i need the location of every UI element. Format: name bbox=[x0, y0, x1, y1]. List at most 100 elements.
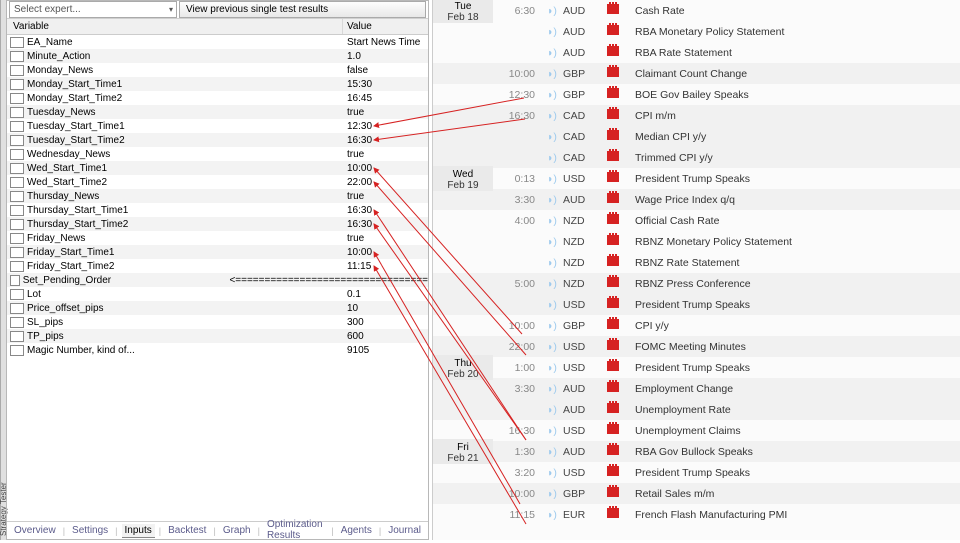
variable-row[interactable]: Friday_Newstrue bbox=[7, 231, 428, 245]
variable-row[interactable]: Set_Pending_Order<======================… bbox=[7, 273, 428, 287]
variable-row[interactable]: SL_pips300 bbox=[7, 315, 428, 329]
checkbox[interactable] bbox=[10, 219, 24, 230]
tab-agents[interactable]: Agents bbox=[338, 524, 375, 538]
var-value[interactable]: 11:15 bbox=[343, 261, 428, 272]
tab-graph[interactable]: Graph bbox=[220, 524, 254, 538]
calendar-row[interactable]: 3:20◗)USDPresident Trump Speaks bbox=[433, 462, 960, 483]
checkbox[interactable] bbox=[10, 317, 24, 328]
calendar-row[interactable]: 22:00◗)USDFOMC Meeting Minutes bbox=[433, 336, 960, 357]
var-value[interactable]: 16:30 bbox=[343, 135, 428, 146]
header-value[interactable]: Value bbox=[343, 19, 428, 34]
var-value[interactable]: true bbox=[343, 191, 428, 202]
calendar-row[interactable]: TueFeb 186:30◗)AUDCash Rate bbox=[433, 0, 960, 21]
tab-settings[interactable]: Settings bbox=[69, 524, 111, 538]
checkbox[interactable] bbox=[10, 93, 24, 104]
calendar-row[interactable]: ◗)AUDRBA Rate Statement bbox=[433, 42, 960, 63]
sound-icon[interactable]: ◗) bbox=[541, 425, 563, 437]
sound-icon[interactable]: ◗) bbox=[541, 383, 563, 395]
checkbox[interactable] bbox=[10, 345, 24, 356]
calendar-row[interactable]: 10:00◗)GBPRetail Sales m/m bbox=[433, 483, 960, 504]
sound-icon[interactable]: ◗) bbox=[541, 68, 563, 80]
variable-row[interactable]: Wed_Start_Time222:00 bbox=[7, 175, 428, 189]
var-value[interactable]: Start News Time bbox=[343, 37, 428, 48]
checkbox[interactable] bbox=[10, 233, 24, 244]
var-value[interactable]: 10 bbox=[343, 303, 428, 314]
calendar-row[interactable]: FriFeb 211:30◗)AUDRBA Gov Bullock Speaks bbox=[433, 441, 960, 462]
variable-row[interactable]: Tuesday_Start_Time216:30 bbox=[7, 133, 428, 147]
checkbox[interactable] bbox=[10, 51, 24, 62]
calendar-row[interactable]: ◗)AUDUnemployment Rate bbox=[433, 399, 960, 420]
var-value[interactable]: true bbox=[343, 233, 428, 244]
checkbox[interactable] bbox=[10, 289, 24, 300]
var-value[interactable]: 16:45 bbox=[343, 93, 428, 104]
var-value[interactable]: 10:00 bbox=[343, 247, 428, 258]
sound-icon[interactable]: ◗) bbox=[541, 215, 563, 227]
var-value[interactable]: false bbox=[343, 65, 428, 76]
variable-row[interactable]: Tuesday_Newstrue bbox=[7, 105, 428, 119]
sound-icon[interactable]: ◗) bbox=[541, 26, 563, 38]
sound-icon[interactable]: ◗) bbox=[541, 131, 563, 143]
sound-icon[interactable]: ◗) bbox=[541, 236, 563, 248]
checkbox[interactable] bbox=[10, 79, 24, 90]
sound-icon[interactable]: ◗) bbox=[541, 5, 563, 17]
var-value[interactable]: 12:30 bbox=[343, 121, 428, 132]
sound-icon[interactable]: ◗) bbox=[541, 47, 563, 59]
variable-row[interactable]: Friday_Start_Time110:00 bbox=[7, 245, 428, 259]
sound-icon[interactable]: ◗) bbox=[541, 320, 563, 332]
checkbox[interactable] bbox=[10, 261, 24, 272]
variable-row[interactable]: Price_offset_pips10 bbox=[7, 301, 428, 315]
sound-icon[interactable]: ◗) bbox=[541, 362, 563, 374]
variable-row[interactable]: Lot0.1 bbox=[7, 287, 428, 301]
calendar-row[interactable]: WedFeb 190:13◗)USDPresident Trump Speaks bbox=[433, 168, 960, 189]
checkbox[interactable] bbox=[10, 135, 24, 146]
calendar-row[interactable]: ThuFeb 201:00◗)USDPresident Trump Speaks bbox=[433, 357, 960, 378]
sound-icon[interactable]: ◗) bbox=[541, 89, 563, 101]
var-value[interactable]: 300 bbox=[343, 317, 428, 328]
calendar-row[interactable]: 3:30◗)AUDEmployment Change bbox=[433, 378, 960, 399]
tab-backtest[interactable]: Backtest bbox=[165, 524, 209, 538]
calendar-row[interactable]: 10:00◗)GBPCPI y/y bbox=[433, 315, 960, 336]
checkbox[interactable] bbox=[10, 121, 24, 132]
calendar-row[interactable]: ◗)AUDRBA Monetary Policy Statement bbox=[433, 21, 960, 42]
sound-icon[interactable]: ◗) bbox=[541, 110, 563, 122]
checkbox[interactable] bbox=[10, 37, 24, 48]
calendar-row[interactable]: 11:15◗)EURFrench Flash Manufacturing PMI bbox=[433, 504, 960, 525]
tab-optimization-results[interactable]: Optimization Results bbox=[264, 518, 327, 543]
variable-row[interactable]: Friday_Start_Time211:15 bbox=[7, 259, 428, 273]
calendar-row[interactable]: 16:30◗)CADCPI m/m bbox=[433, 105, 960, 126]
var-value[interactable]: true bbox=[343, 107, 428, 118]
var-value[interactable]: 9105 bbox=[343, 345, 428, 356]
tab-inputs[interactable]: Inputs bbox=[122, 524, 155, 538]
sound-icon[interactable]: ◗) bbox=[541, 341, 563, 353]
checkbox[interactable] bbox=[10, 65, 24, 76]
checkbox[interactable] bbox=[10, 303, 24, 314]
sound-icon[interactable]: ◗) bbox=[541, 299, 563, 311]
variable-row[interactable]: Monday_Start_Time115:30 bbox=[7, 77, 428, 91]
sound-icon[interactable]: ◗) bbox=[541, 404, 563, 416]
calendar-row[interactable]: ◗)NZDRBNZ Monetary Policy Statement bbox=[433, 231, 960, 252]
checkbox[interactable] bbox=[10, 177, 24, 188]
var-value[interactable]: true bbox=[343, 149, 428, 160]
tab-journal[interactable]: Journal bbox=[385, 524, 424, 538]
calendar-row[interactable]: 12:30◗)GBPBOE Gov Bailey Speaks bbox=[433, 84, 960, 105]
calendar-row[interactable]: ◗)NZDRBNZ Rate Statement bbox=[433, 252, 960, 273]
calendar-row[interactable]: 3:30◗)AUDWage Price Index q/q bbox=[433, 189, 960, 210]
checkbox[interactable] bbox=[10, 205, 24, 216]
sound-icon[interactable]: ◗) bbox=[541, 467, 563, 479]
calendar-row[interactable]: ◗)CADTrimmed CPI y/y bbox=[433, 147, 960, 168]
var-value[interactable]: 600 bbox=[343, 331, 428, 342]
calendar-row[interactable]: 5:00◗)NZDRBNZ Press Conference bbox=[433, 273, 960, 294]
calendar-row[interactable]: ◗)USDPresident Trump Speaks bbox=[433, 294, 960, 315]
variable-row[interactable]: Minute_Action1.0 bbox=[7, 49, 428, 63]
checkbox[interactable] bbox=[10, 107, 24, 118]
sound-icon[interactable]: ◗) bbox=[541, 194, 563, 206]
sound-icon[interactable]: ◗) bbox=[541, 488, 563, 500]
calendar-row[interactable]: 10:00◗)GBPClaimant Count Change bbox=[433, 63, 960, 84]
checkbox[interactable] bbox=[10, 275, 20, 286]
tab-overview[interactable]: Overview bbox=[11, 524, 59, 538]
var-value[interactable]: <================================= bbox=[225, 275, 428, 286]
calendar-row[interactable]: ◗)CADMedian CPI y/y bbox=[433, 126, 960, 147]
sound-icon[interactable]: ◗) bbox=[541, 173, 563, 185]
checkbox[interactable] bbox=[10, 149, 24, 160]
var-value[interactable]: 10:00 bbox=[343, 163, 428, 174]
